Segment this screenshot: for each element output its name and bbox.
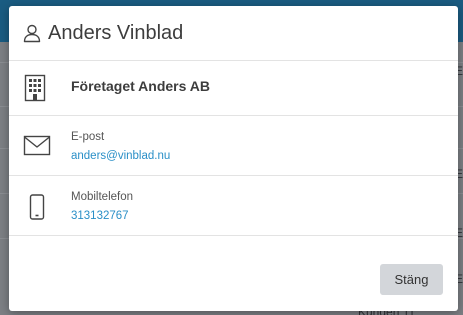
close-button[interactable]: Stäng [380,264,443,295]
modal-header: Anders Vinblad [9,6,458,61]
envelope-icon [23,135,51,162]
email-link[interactable]: anders@vinblad.nu [71,150,170,162]
user-icon [22,23,42,43]
phone-link[interactable]: 313132767 [71,210,129,222]
modal-title: Anders Vinblad [48,21,184,44]
app-background: E E E E Kunden 11 Anders Vinblad [0,0,463,315]
email-label: E-post [71,131,105,143]
email-row: E-post anders@vinblad.nu [9,116,458,176]
mobile-phone-icon [23,194,51,225]
company-row: Företaget Anders AB [9,61,458,116]
contact-modal: Anders Vinblad Företaget Anders AB E-pos… [9,6,458,311]
building-icon [23,74,47,107]
phone-label: Mobiltelefon [71,191,134,203]
company-name: Företaget Anders AB [71,78,210,94]
phone-row: Mobiltelefon 313132767 [9,176,458,236]
